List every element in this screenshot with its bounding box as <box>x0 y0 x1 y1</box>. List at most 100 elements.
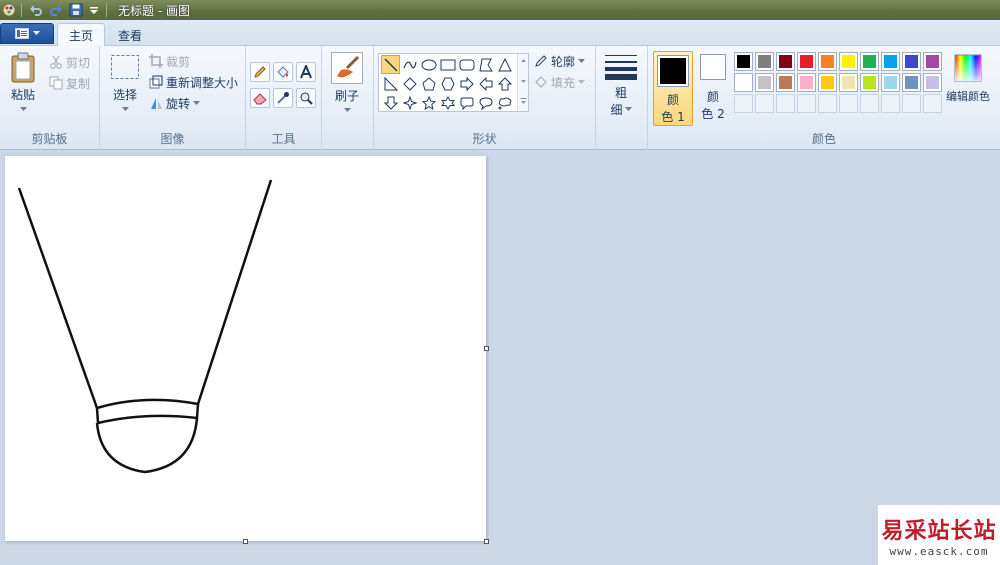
shape-down-arrow[interactable] <box>381 93 400 112</box>
shape-four-point-star[interactable] <box>400 93 419 112</box>
palette-color-swatch[interactable] <box>839 73 858 92</box>
shape-hexagon[interactable] <box>438 74 457 93</box>
palette-color-swatch[interactable] <box>839 52 858 71</box>
crop-button[interactable]: 裁剪 <box>149 52 190 70</box>
image-group: 选择 裁剪 重新调整大小 旋转 图像 <box>100 46 246 150</box>
shape-rectangle[interactable] <box>438 55 457 74</box>
paint-app-icon[interactable] <box>2 3 16 17</box>
palette-custom-slot[interactable] <box>839 94 858 113</box>
shape-right-triangle[interactable] <box>381 74 400 93</box>
pentagon-icon <box>421 76 436 90</box>
palette-color-swatch[interactable] <box>734 73 753 92</box>
shape-five-point-star[interactable] <box>419 93 438 112</box>
magnifier-tool[interactable] <box>296 88 316 108</box>
bowl-rim-stroke <box>95 398 200 425</box>
palette-custom-slot[interactable] <box>734 94 753 113</box>
select-icon <box>111 55 139 79</box>
shape-curve[interactable] <box>400 55 419 74</box>
color-picker-tool[interactable] <box>273 88 293 108</box>
text-tool[interactable] <box>296 62 316 82</box>
select-button[interactable]: 选择 <box>110 54 140 112</box>
palette-color-swatch[interactable] <box>734 52 753 71</box>
save-icon[interactable] <box>69 3 83 17</box>
brushes-group: 刷子 <box>322 46 374 150</box>
shape-cloud-callout[interactable] <box>495 93 514 112</box>
customize-toolbar-icon[interactable] <box>87 3 101 17</box>
resize-button[interactable]: 重新调整大小 <box>149 73 238 91</box>
tab-home[interactable]: 主页 <box>57 23 106 47</box>
palette-color-swatch[interactable] <box>776 73 795 92</box>
palette-color-swatch[interactable] <box>881 73 900 92</box>
outline-button[interactable]: 轮廓 <box>534 52 586 70</box>
palette-color-swatch[interactable] <box>797 73 816 92</box>
shapes-group: 轮廓 填充 形状 <box>374 46 596 150</box>
palette-custom-slot[interactable] <box>818 94 837 113</box>
shape-rounded-callout[interactable] <box>457 93 476 112</box>
resize-handle-bottom[interactable] <box>243 539 248 544</box>
shape-up-arrow[interactable] <box>495 74 514 93</box>
color-1-label-line1: 颜 <box>666 93 679 107</box>
pencil-icon <box>254 66 266 78</box>
clipboard-group: 粘贴 剪切 复制 剪贴板 <box>0 46 100 150</box>
shape-polygon[interactable] <box>476 55 495 74</box>
palette-color-swatch[interactable] <box>755 52 774 71</box>
palette-color-swatch[interactable] <box>902 73 921 92</box>
palette-custom-slot[interactable] <box>923 94 942 113</box>
palette-color-swatch[interactable] <box>755 73 774 92</box>
cut-button[interactable]: 剪切 <box>49 53 90 71</box>
color-1-button[interactable]: 颜 色 1 <box>653 51 693 126</box>
palette-color-swatch[interactable] <box>860 73 879 92</box>
brush-preview <box>331 52 363 84</box>
shape-oval[interactable] <box>419 55 438 74</box>
palette-color-swatch[interactable] <box>818 73 837 92</box>
copy-button[interactable]: 复制 <box>49 74 90 92</box>
palette-custom-slot[interactable] <box>902 94 921 113</box>
shape-diamond[interactable] <box>400 74 419 93</box>
right-triangle-icon <box>384 76 398 90</box>
size-button[interactable]: 粗 细 <box>605 54 637 118</box>
palette-color-swatch[interactable] <box>860 52 879 71</box>
paste-button[interactable]: 粘贴 <box>8 52 38 112</box>
shape-oval-callout[interactable] <box>476 93 495 112</box>
palette-color-swatch[interactable] <box>818 52 837 71</box>
palette-color-swatch[interactable] <box>776 52 795 71</box>
palette-custom-slot[interactable] <box>860 94 879 113</box>
resize-handle-right[interactable] <box>484 346 489 351</box>
drawing-canvas[interactable] <box>5 156 486 541</box>
chevron-down-icon <box>193 100 201 105</box>
crop-icon <box>149 54 163 68</box>
shape-rounded-rectangle[interactable] <box>457 55 476 74</box>
fill-button[interactable]: 填充 <box>534 73 586 91</box>
palette-color-swatch[interactable] <box>923 73 942 92</box>
shapes-scrollbar[interactable] <box>517 54 528 111</box>
color-2-button[interactable]: 颜 色 2 <box>695 51 731 126</box>
brushes-button[interactable]: 刷子 <box>331 52 363 113</box>
shape-pentagon[interactable] <box>419 74 438 93</box>
palette-custom-slot[interactable] <box>776 94 795 113</box>
fill-tool[interactable] <box>273 62 293 82</box>
redo-icon[interactable] <box>49 3 63 17</box>
shape-six-point-star[interactable] <box>438 93 457 112</box>
tab-view[interactable]: 查看 <box>107 23 153 47</box>
workspace[interactable]: 易采站长站 www.easck.com <box>0 151 1000 565</box>
eraser-tool[interactable] <box>250 88 270 108</box>
palette-color-swatch[interactable] <box>881 52 900 71</box>
palette-custom-slot[interactable] <box>755 94 774 113</box>
palette-color-swatch[interactable] <box>797 52 816 71</box>
undo-icon[interactable] <box>29 3 43 17</box>
resize-handle-corner[interactable] <box>484 539 489 544</box>
pencil-tool[interactable] <box>250 62 270 82</box>
color-picker-icon <box>277 92 289 104</box>
shape-left-arrow[interactable] <box>476 74 495 93</box>
application-menu-button[interactable] <box>0 23 54 44</box>
palette-color-swatch[interactable] <box>923 52 942 71</box>
shape-line[interactable] <box>381 55 400 74</box>
edit-colors-button[interactable]: 编辑颜色 <box>946 54 990 104</box>
palette-custom-slot[interactable] <box>881 94 900 113</box>
palette-color-swatch[interactable] <box>902 52 921 71</box>
palette-custom-slot[interactable] <box>797 94 816 113</box>
eraser-icon <box>253 93 267 105</box>
rotate-button[interactable]: 旋转 <box>149 94 201 112</box>
shape-right-arrow[interactable] <box>457 74 476 93</box>
shape-triangle[interactable] <box>495 55 514 74</box>
